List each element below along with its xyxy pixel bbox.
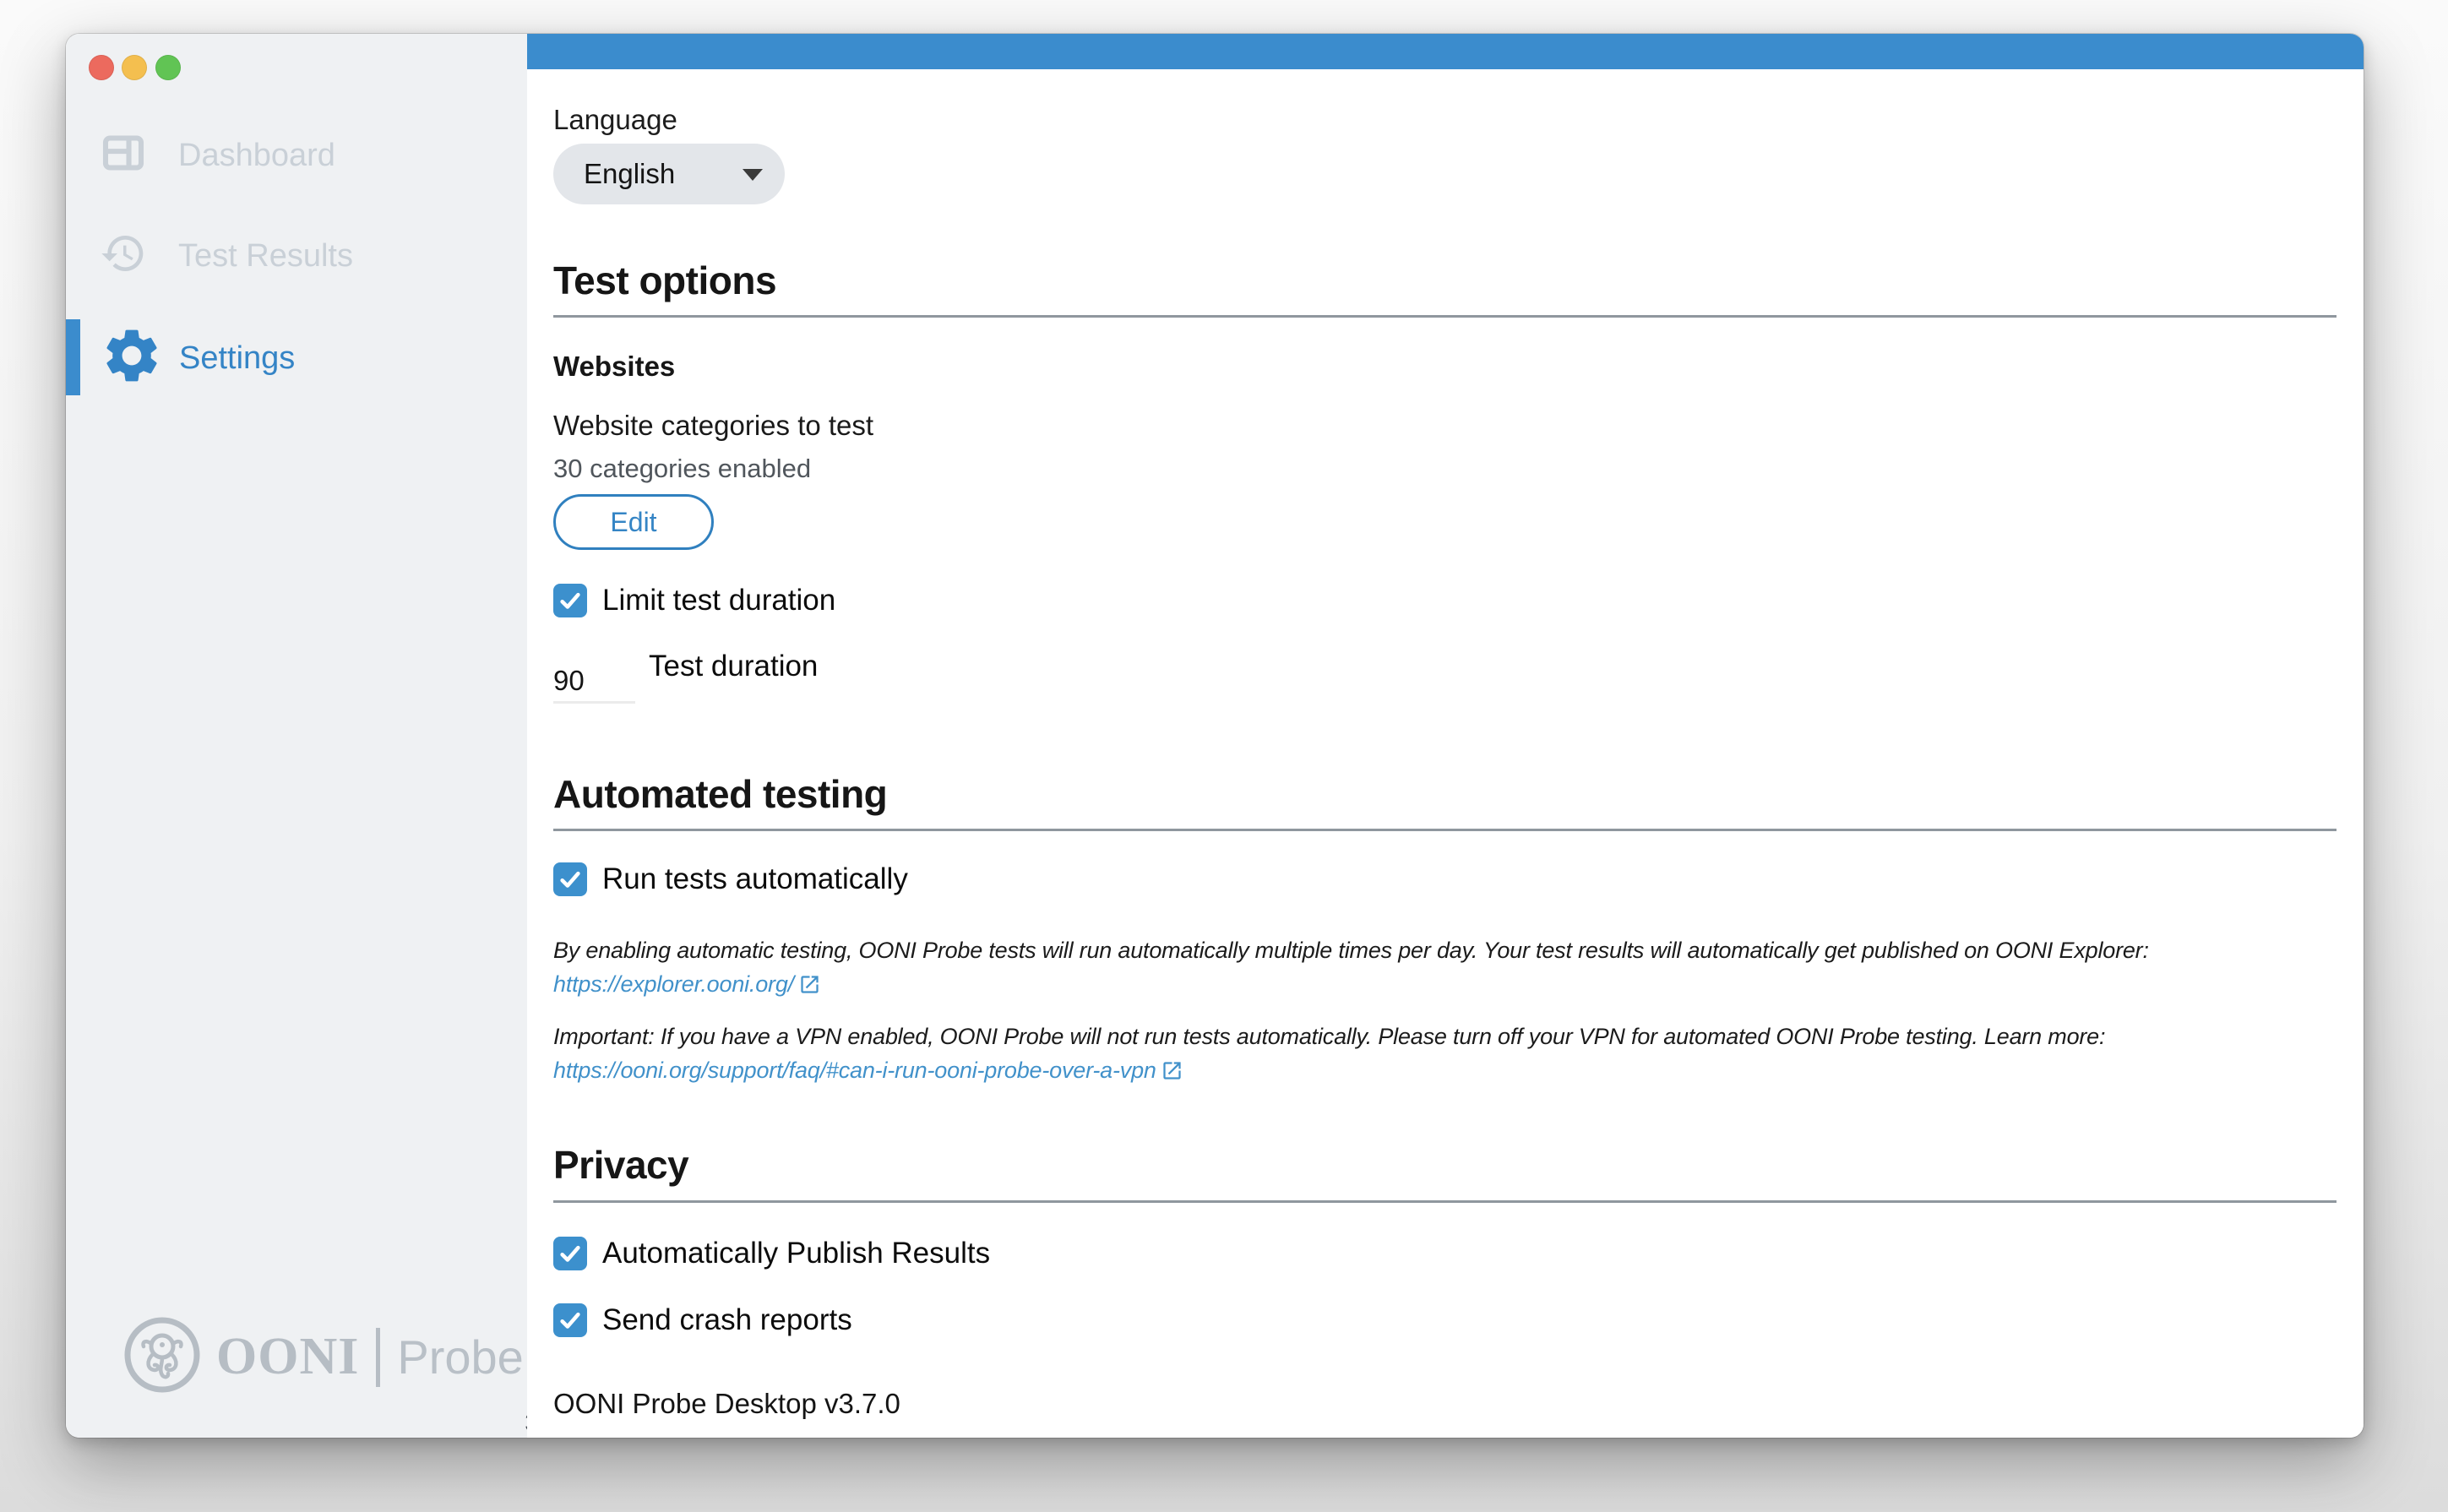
app-window: Dashboard Test Results Settings <box>66 34 2364 1438</box>
limit-test-duration-label: Limit test duration <box>602 584 835 617</box>
test-duration-row: 90 Test duration <box>553 650 2336 704</box>
settings-content: Language English Test options Websites W… <box>527 69 2364 1438</box>
checkmark-icon <box>558 1241 583 1266</box>
language-selected-value: English <box>584 158 675 190</box>
limit-test-duration-row: Limit test duration <box>553 584 2336 617</box>
sidebar: Dashboard Test Results Settings <box>66 34 527 1438</box>
dashboard-icon <box>100 129 147 181</box>
test-duration-label: Test duration <box>649 650 818 683</box>
traffic-light-close-button[interactable] <box>89 55 114 80</box>
send-crash-reports-checkbox[interactable] <box>553 1303 587 1337</box>
logo-product: Probe <box>397 1330 523 1384</box>
app-version-text: OONI Probe Desktop v3.7.0 <box>553 1388 2336 1420</box>
history-icon <box>100 230 147 281</box>
explorer-link[interactable]: https://explorer.ooni.org/ <box>553 967 821 1001</box>
send-crash-reports-row: Send crash reports <box>553 1303 2336 1337</box>
website-categories-label: Website categories to test <box>553 407 2336 444</box>
checkmark-icon <box>558 588 583 613</box>
chevron-down-icon <box>743 169 763 181</box>
language-label: Language <box>553 101 2336 139</box>
traffic-light-zoom-button[interactable] <box>155 55 181 80</box>
external-link-icon <box>798 973 821 996</box>
run-tests-automatically-row: Run tests automatically <box>553 862 2336 896</box>
vpn-note: Important: If you have a VPN enabled, OO… <box>553 1020 2336 1087</box>
sidebar-item-dashboard-label: Dashboard <box>178 132 335 179</box>
test-options-heading: Test options <box>553 257 2336 304</box>
logo-separator <box>376 1328 380 1387</box>
test-duration-input[interactable]: 90 <box>553 650 635 704</box>
vpn-note-text: Important: If you have a VPN enabled, OO… <box>553 1024 2105 1049</box>
logo-wordmark: OONI <box>216 1327 359 1387</box>
section-divider <box>553 1200 2336 1203</box>
categories-enabled-status: 30 categories enabled <box>553 451 2336 487</box>
vpn-faq-link[interactable]: https://ooni.org/support/faq/#can-i-run-… <box>553 1053 1183 1087</box>
checkmark-icon <box>558 1308 583 1333</box>
sidebar-item-settings[interactable]: Settings <box>100 324 295 392</box>
publish-results-row: Automatically Publish Results <box>553 1237 2336 1270</box>
automatically-publish-results-checkbox[interactable] <box>553 1237 587 1270</box>
sidebar-version: 3.7.0 <box>123 1409 581 1438</box>
sidebar-item-test-results[interactable]: Test Results <box>100 230 353 281</box>
automated-testing-note-text: By enabling automatic testing, OONI Prob… <box>553 938 2149 963</box>
external-link-icon <box>1161 1059 1183 1082</box>
ooni-probe-logo: OONI Probe <box>123 1316 524 1398</box>
section-divider <box>553 315 2336 318</box>
run-tests-automatically-checkbox[interactable] <box>553 862 587 896</box>
send-crash-reports-label: Send crash reports <box>602 1303 852 1337</box>
automatically-publish-results-label: Automatically Publish Results <box>602 1237 990 1270</box>
edit-categories-button[interactable]: Edit <box>553 494 714 550</box>
sidebar-item-settings-label: Settings <box>179 334 295 382</box>
traffic-light-minimize-button[interactable] <box>122 55 147 80</box>
automated-testing-heading: Automated testing <box>553 770 2336 818</box>
websites-subheading: Websites <box>553 348 2336 385</box>
run-tests-automatically-label: Run tests automatically <box>602 862 908 896</box>
ooni-octopus-icon <box>123 1316 201 1398</box>
active-item-indicator <box>66 319 80 395</box>
privacy-heading: Privacy <box>553 1141 2336 1188</box>
language-select[interactable]: English <box>553 144 785 204</box>
top-accent-bar <box>527 34 2364 69</box>
gear-icon <box>100 324 164 392</box>
sidebar-item-dashboard[interactable]: Dashboard <box>100 129 335 181</box>
section-divider <box>553 829 2336 831</box>
limit-test-duration-checkbox[interactable] <box>553 584 587 617</box>
sidebar-item-test-results-label: Test Results <box>178 232 353 280</box>
checkmark-icon <box>558 867 583 892</box>
automated-testing-note: By enabling automatic testing, OONI Prob… <box>553 933 2336 1001</box>
